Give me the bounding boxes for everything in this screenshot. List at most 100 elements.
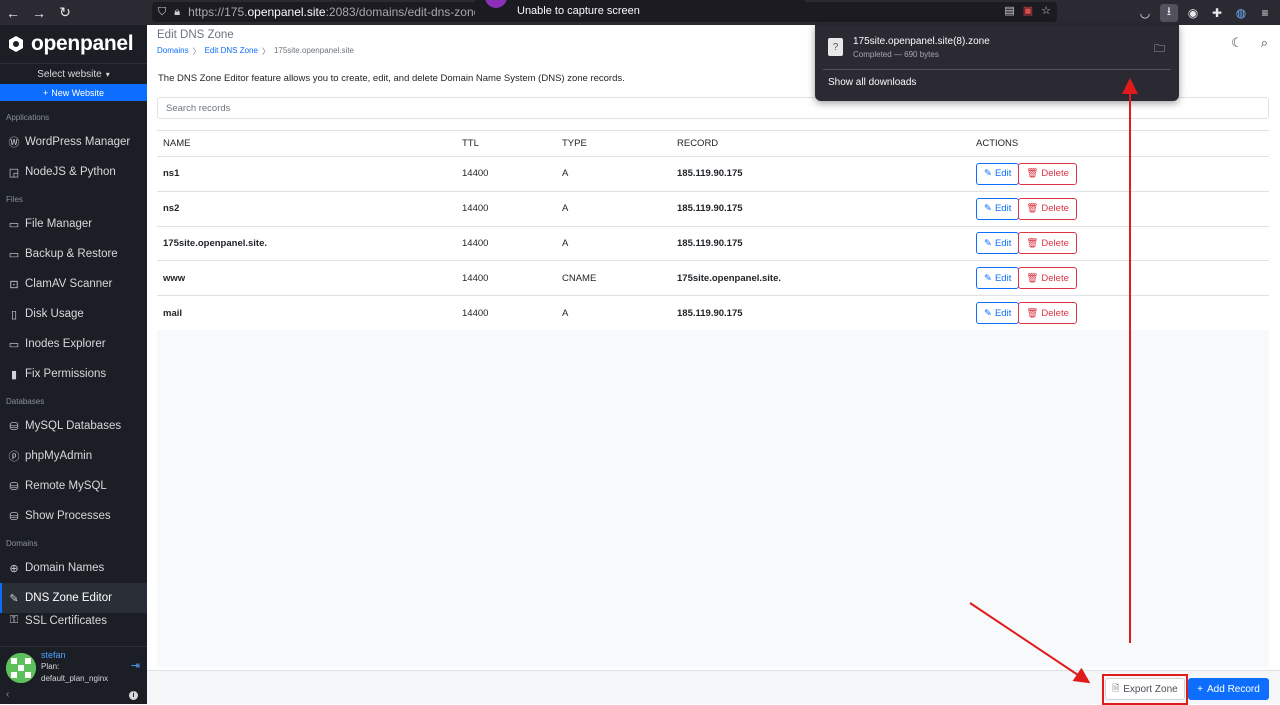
reload-icon[interactable]: ↻ <box>52 0 78 25</box>
sidebar-item-label: ClamAV Scanner <box>25 278 113 290</box>
edit-label: Edit <box>994 237 1012 249</box>
edit-button[interactable]: ✎ Edit <box>976 197 1020 220</box>
permissions-icon[interactable]: ▣ <box>1023 4 1033 17</box>
sidebar-item-dns-zone-editor[interactable]: ✎ DNS Zone Editor <box>0 583 147 613</box>
toast-app-icon <box>485 0 507 8</box>
sidebar-item-show-processes[interactable]: ⛁ Show Processes <box>0 501 147 531</box>
sidebar-item-label: Fix Permissions <box>25 368 107 380</box>
record-actions: ✎ Edit 🗑︎ Delete <box>970 295 1269 331</box>
section-applications: Applications <box>6 112 50 122</box>
select-website-label: Select website <box>37 68 102 80</box>
sidebar-item-clamav[interactable]: ⊡ ClamAV Scanner <box>0 269 147 299</box>
new-website-button[interactable]: + New Website <box>0 84 147 101</box>
downloads-icon[interactable]: ⭳ <box>1160 3 1178 22</box>
edit-label: Edit <box>994 203 1012 215</box>
open-folder-icon[interactable]: 🗀︎ <box>1154 40 1165 59</box>
breadcrumb-edit[interactable]: Edit DNS Zone <box>205 46 258 57</box>
logo[interactable]: openpanel <box>0 25 147 63</box>
account-icon[interactable]: ◉ <box>1184 4 1202 22</box>
search-icon[interactable]: ⌕ <box>1261 35 1268 51</box>
breadcrumb-separator-icon: 〉 <box>261 47 270 56</box>
sidebar-item-mysql[interactable]: ⛁ MySQL Databases <box>0 411 147 441</box>
trash-icon: 🗑︎ <box>1026 272 1039 284</box>
scanner-icon: ⊡ <box>9 278 19 291</box>
extensions-icon[interactable]: ✚ <box>1208 4 1226 22</box>
trash-icon: 🗑︎ <box>1026 203 1039 215</box>
reader-view-icon[interactable]: ▤ <box>1004 4 1014 17</box>
avatar-pattern-icon <box>6 653 36 683</box>
sidebar-item-file-manager[interactable]: ▭ File Manager <box>0 209 147 239</box>
archive-icon: ▭ <box>8 248 20 261</box>
edit-button[interactable]: ✎ Edit <box>976 162 1020 185</box>
bookmark-star-icon[interactable]: ☆ <box>1041 4 1051 17</box>
breadcrumb-current: 175site.openpanel.site <box>273 46 354 55</box>
header-record: RECORD <box>671 130 970 157</box>
avatar[interactable] <box>6 653 36 683</box>
sidebar-item-domain-names[interactable]: ⊕ Domain Names <box>0 553 147 583</box>
edit-icon: ✎ <box>9 592 19 605</box>
breadcrumb-domains[interactable]: Domains <box>157 46 189 57</box>
sidebar-item-disk-usage[interactable]: ▯ Disk Usage <box>0 299 147 329</box>
dark-mode-moon-icon[interactable]: ☾ <box>1231 35 1243 51</box>
edit-button[interactable]: ✎ Edit <box>976 232 1020 255</box>
record-value: 175site.openpanel.site. <box>671 260 970 297</box>
pocket-icon[interactable]: ◡ <box>1136 4 1154 22</box>
forward-icon[interactable]: → <box>26 0 52 25</box>
sidebar-item-wordpress[interactable]: Ⓦ WordPress Manager <box>0 127 147 157</box>
sidebar-item-label: Remote MySQL <box>25 480 107 492</box>
delete-label: Delete <box>1041 203 1069 215</box>
record-value: 185.119.90.175 <box>671 156 970 192</box>
record-ttl: 14400 <box>456 191 556 227</box>
sidebar-item-inodes[interactable]: ▭ Inodes Explorer <box>0 329 147 359</box>
pencil-icon: ✎ <box>984 272 992 284</box>
record-name: ns1 <box>157 156 456 192</box>
back-icon[interactable]: ← <box>0 0 26 25</box>
section-files: Files <box>6 194 23 204</box>
show-all-downloads-link[interactable]: Show all downloads <box>828 77 916 88</box>
record-ttl: 14400 <box>456 156 556 192</box>
trash-icon: 🗑︎ <box>1026 237 1039 249</box>
edit-button[interactable]: ✎ Edit <box>976 267 1020 290</box>
sidebar: openpanel Select website ▾ + New Website… <box>0 25 147 704</box>
section-domains: Domains <box>6 538 38 548</box>
php-icon: ⓟ <box>8 451 20 463</box>
sidebar-item-fix-permissions[interactable]: ▮ Fix Permissions <box>0 359 147 389</box>
table-header-row: NAME TTL TYPE RECORD ACTIONS <box>157 130 1269 157</box>
record-ttl: 14400 <box>456 260 556 297</box>
add-record-label: Add Record <box>1207 683 1260 695</box>
delete-button[interactable]: 🗑︎ Delete <box>1018 302 1077 325</box>
sidebar-item-nodejs[interactable]: ◲ NodeJS & Python <box>0 157 147 187</box>
trash-icon: 🗑︎ <box>1026 168 1039 180</box>
info-icon[interactable]: i <box>129 691 138 700</box>
sidebar-item-phpmyadmin[interactable]: ⓟ phpMyAdmin <box>0 441 147 471</box>
table-empty-area <box>157 330 1269 667</box>
user-name[interactable]: stefan <box>41 650 66 660</box>
record-value: 185.119.90.175 <box>671 226 970 262</box>
download-file-name[interactable]: 175site.openpanel.site(8).zone <box>853 36 990 47</box>
sidebar-item-remote-mysql[interactable]: ⛁ Remote MySQL <box>0 471 147 501</box>
folder-icon: ▭ <box>8 218 20 231</box>
table-row: www 14400 CNAME 175site.openpanel.site. ✎ Edi… <box>157 260 1269 297</box>
password-manager-icon[interactable]: ◍ <box>1232 4 1250 22</box>
menu-icon[interactable]: ≡ <box>1256 4 1274 22</box>
user-panel: stefan Plan: default_plan_nginx ⇥ ‹ i <box>0 646 147 704</box>
edit-button[interactable]: ✎ Edit <box>976 302 1020 325</box>
record-ttl: 14400 <box>456 295 556 331</box>
add-record-button[interactable]: + Add Record <box>1188 678 1269 700</box>
delete-label: Delete <box>1041 237 1069 249</box>
sidebar-item-backup[interactable]: ▭ Backup & Restore <box>0 239 147 269</box>
delete-button[interactable]: 🗑︎ Delete <box>1018 197 1077 220</box>
logout-icon[interactable]: ⇥ <box>131 659 140 672</box>
capture-toast: Unable to capture screen <box>475 0 805 21</box>
chevron-left-icon[interactable]: ‹ <box>6 689 9 700</box>
delete-button[interactable]: 🗑︎ Delete <box>1018 267 1077 290</box>
delete-button[interactable]: 🗑︎ Delete <box>1018 232 1077 255</box>
lock-icon: ⚿ <box>9 614 19 626</box>
table-row: 175site.openpanel.site. 14400 A 185.119.90.… <box>157 226 1269 262</box>
delete-button[interactable]: 🗑︎ Delete <box>1018 162 1077 185</box>
database-icon: ⛁ <box>9 420 19 433</box>
record-value: 185.119.90.175 <box>671 295 970 331</box>
downloads-panel: ? 175site.openpanel.site(8).zone Complet… <box>815 25 1179 101</box>
sidebar-item-ssl[interactable]: ⚿ SSL Certificates <box>0 613 147 627</box>
select-website-dropdown[interactable]: Select website ▾ <box>0 63 147 84</box>
